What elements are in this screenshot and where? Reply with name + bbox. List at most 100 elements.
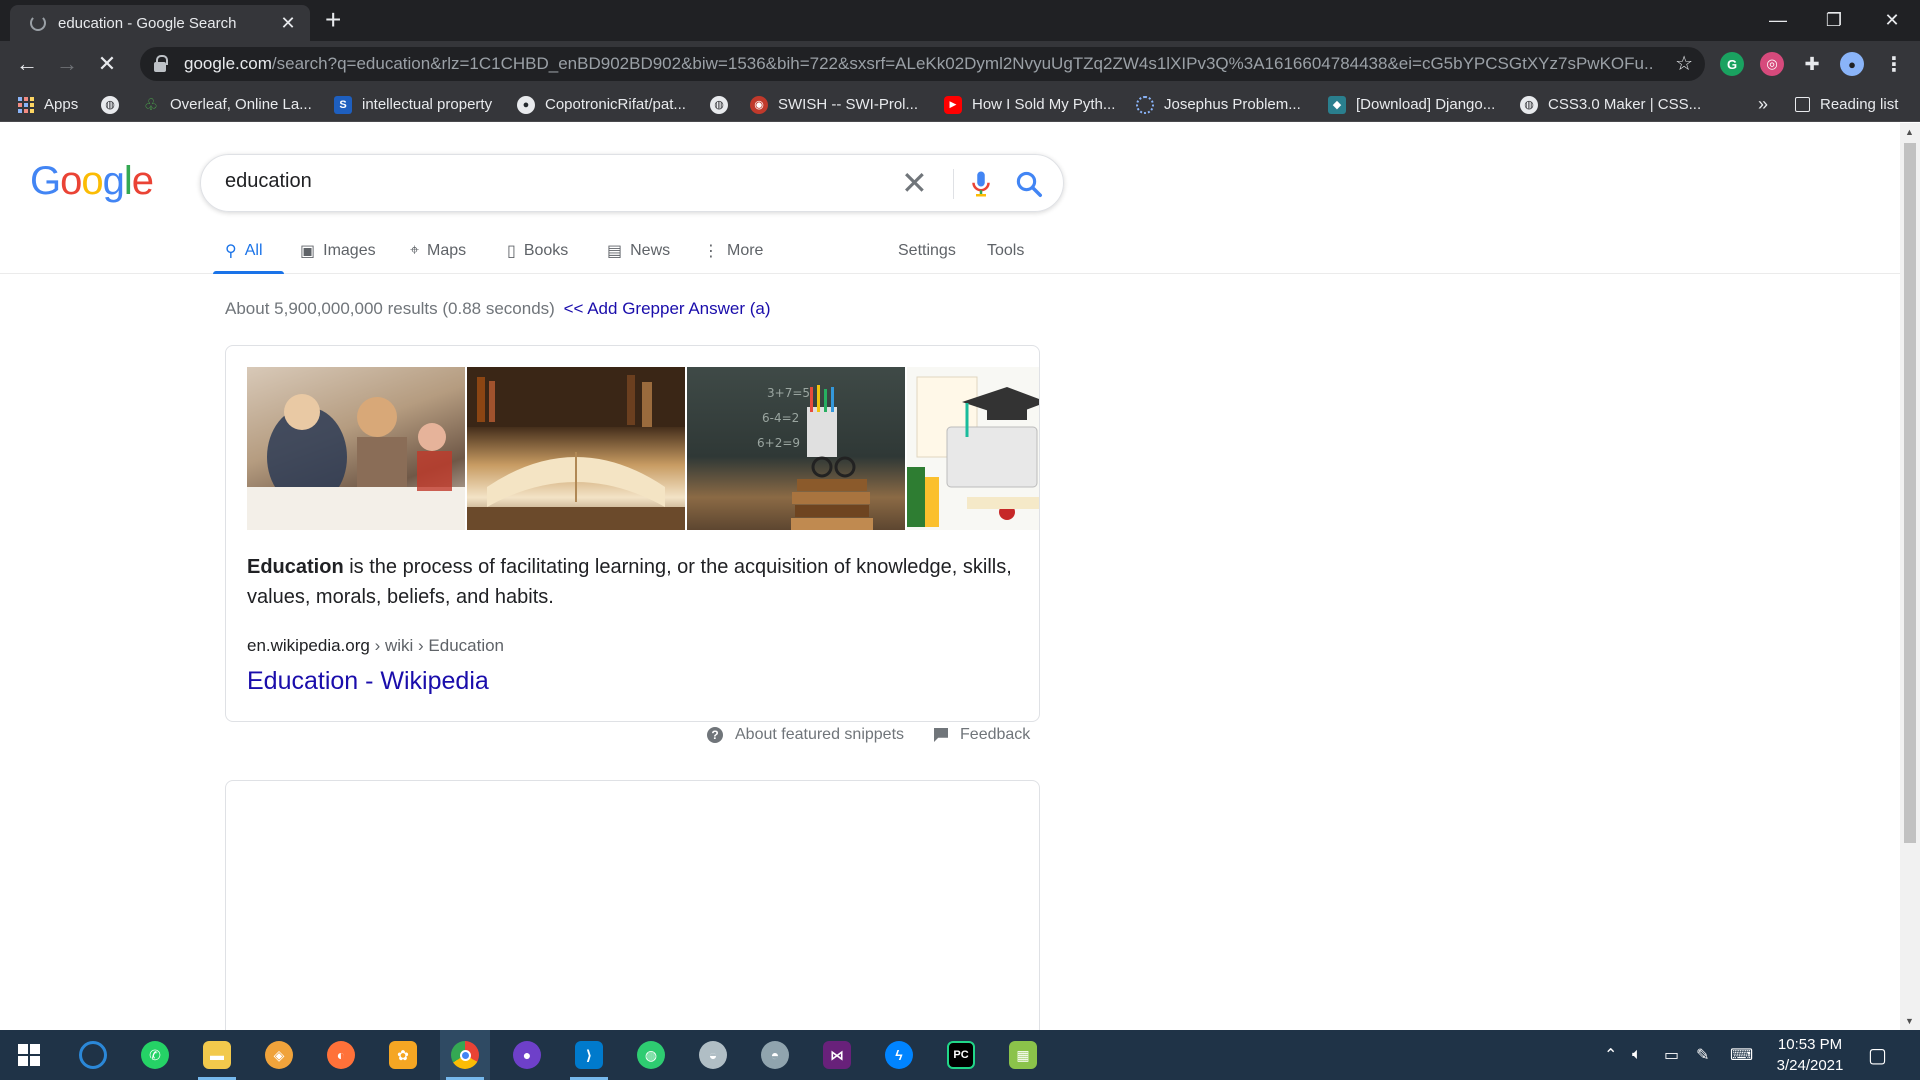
image-icon: ▣ (300, 243, 316, 260)
bookmark-css-maker[interactable]: ◍ CSS3.0 Maker | CSS... (1520, 87, 1701, 122)
close-tab-icon[interactable]: ✕ (278, 13, 298, 34)
scroll-down-arrow-icon[interactable]: ▼ (1905, 1016, 1914, 1026)
bookmark-swish[interactable]: ◉ SWISH -- SWI-Prol... (750, 87, 918, 122)
taskbar-firefox[interactable]: ◐ (316, 1030, 366, 1080)
browser-tab[interactable]: education - Google Search ✕ (10, 5, 310, 41)
forward-button[interactable]: → (52, 49, 82, 79)
tools-link[interactable]: Tools (987, 228, 1024, 274)
pycharm-icon: PC (947, 1041, 975, 1069)
taskbar-visual-studio[interactable]: ⋈ (812, 1030, 862, 1080)
s-icon: S (334, 95, 352, 114)
grepper-link[interactable]: << Add Grepper Answer (a) (564, 299, 771, 318)
bookmark-globe-2[interactable]: ◍ (710, 87, 738, 122)
search-icon[interactable] (1014, 169, 1044, 199)
taskbar-file-explorer[interactable]: ▬ (192, 1030, 242, 1080)
scrollbar-thumb[interactable] (1904, 143, 1916, 843)
microphone-icon[interactable] (966, 169, 996, 199)
settings-link[interactable]: Settings (898, 228, 956, 274)
taskbar-app-12[interactable]: ◓ (750, 1030, 800, 1080)
reading-list-button[interactable]: Reading list (1795, 87, 1898, 122)
reading-list-icon (1795, 97, 1810, 112)
bookmarks-overflow-button[interactable]: » (1758, 87, 1768, 122)
pen-icon[interactable]: ✎ (1696, 1030, 1709, 1080)
tab-all[interactable]: ⚲ All (225, 228, 263, 274)
tab-more[interactable]: ⋮ More (703, 228, 763, 274)
bookmark-django[interactable]: ◆ [Download] Django... (1328, 87, 1495, 122)
extension-icon[interactable]: ◎ (1760, 52, 1784, 76)
snippet-image-graduation[interactable] (907, 367, 1039, 530)
windows-logo-icon (18, 1044, 40, 1066)
close-window-button[interactable]: ✕ (1864, 0, 1920, 41)
taskbar-github-desktop[interactable]: ● (502, 1030, 552, 1080)
about-snippets-link[interactable]: About featured snippets (735, 726, 904, 744)
google-logo[interactable]: Google (30, 159, 154, 204)
bookmark-overleaf[interactable]: ♧ Overleaf, Online La... (142, 87, 312, 122)
search-icon: ⚲ (225, 243, 237, 260)
active-tab-indicator (213, 271, 284, 274)
puzzle-extensions-icon[interactable]: ✚ (1800, 52, 1824, 76)
tab-news[interactable]: ▤ News (607, 228, 670, 274)
minimize-button[interactable]: — (1750, 0, 1806, 41)
new-tab-button[interactable]: + (325, 6, 341, 34)
lock-icon[interactable] (154, 54, 168, 72)
eclipse-icon: ◓ (761, 1041, 789, 1069)
photo-app-icon: ✿ (389, 1041, 417, 1069)
result-title-link[interactable]: Education - Wikipedia (247, 667, 489, 696)
taskbar-app-11[interactable]: ◒ (688, 1030, 738, 1080)
taskbar-messenger[interactable]: ϟ (874, 1030, 924, 1080)
svg-text:6-4=2: 6-4=2 (762, 411, 799, 425)
bookmarks-bar: Apps ◍ ♧ Overleaf, Online La... S intell… (0, 87, 1920, 122)
snippet-image-books[interactable] (467, 367, 685, 530)
taskbar-pycharm[interactable]: PC (936, 1030, 986, 1080)
taskbar-app-16[interactable]: ▦ (998, 1030, 1048, 1080)
bookmark-intellectual-property[interactable]: S intellectual property (334, 87, 492, 122)
scroll-up-arrow-icon[interactable]: ▲ (1905, 127, 1914, 137)
bookmark-github[interactable]: ● CopotronicRifat/pat... (517, 87, 686, 122)
chrome-icon (451, 1041, 479, 1069)
back-button[interactable]: ← (12, 49, 42, 79)
feedback-link[interactable]: Feedback (960, 726, 1030, 744)
snippet-image-chalkboard[interactable]: 3+7=5 6-4=2 6+2=9 (687, 367, 905, 530)
bookmark-star-icon[interactable]: ☆ (1675, 51, 1693, 76)
grammarly-icon[interactable]: G (1720, 52, 1744, 76)
messenger-icon: ϟ (885, 1041, 913, 1069)
taskbar-app-10[interactable]: ◍ (626, 1030, 676, 1080)
url-host: google.com (184, 54, 272, 73)
taskbar-app-6[interactable]: ✿ (378, 1030, 428, 1080)
tab-maps[interactable]: ⌖ Maps (410, 228, 466, 274)
search-input[interactable] (225, 170, 865, 193)
more-vert-icon: ⋮ (703, 243, 719, 260)
bookmark-youtube[interactable]: ▶ How I Sold My Pyth... (944, 87, 1115, 122)
stop-loading-button[interactable]: ✕ (92, 49, 122, 79)
globe-icon: ◍ (101, 95, 119, 114)
taskbar-whatsapp[interactable]: ✆ (130, 1030, 180, 1080)
profile-avatar[interactable]: ● (1840, 52, 1864, 76)
chrome-menu-icon[interactable]: ⋮ (1882, 52, 1906, 76)
address-bar[interactable]: google.com /search?q=education&rlz=1C1CH… (140, 47, 1705, 81)
taskbar-vscode[interactable]: ⟩ (564, 1030, 614, 1080)
keyboard-icon[interactable]: ⌨ (1730, 1030, 1753, 1080)
taskbar-app-1[interactable] (68, 1030, 118, 1080)
clear-search-icon[interactable]: ✕ (901, 165, 928, 201)
image-strip: 3+7=5 6-4=2 6+2=9 (247, 367, 1039, 530)
tray-overflow-icon[interactable]: ⌃ (1604, 1030, 1617, 1080)
snippet-image-classroom[interactable] (247, 367, 465, 530)
taskbar-brave[interactable]: ◈ (254, 1030, 304, 1080)
browser-toolbar: ← → ✕ google.com /search?q=education&rlz… (0, 41, 1920, 87)
map-pin-icon: ⌖ (410, 242, 420, 259)
taskbar-clock[interactable]: 10:53 PM 3/24/2021 (1760, 1034, 1860, 1076)
notifications-icon[interactable]: ▢ (1868, 1030, 1887, 1080)
taskbar-chrome[interactable] (440, 1030, 490, 1080)
restore-button[interactable]: ❐ (1806, 0, 1862, 41)
tab-images[interactable]: ▣ Images (300, 228, 376, 274)
browser-shield-icon: ◈ (265, 1041, 293, 1069)
overleaf-icon: ♧ (143, 96, 159, 114)
page-scrollbar[interactable]: ▲ ▼ (1900, 123, 1920, 1030)
network-icon[interactable]: ▭ (1664, 1030, 1679, 1080)
start-button[interactable] (4, 1030, 54, 1080)
tab-books[interactable]: ▯ Books (507, 228, 568, 274)
bookmark-josephus[interactable]: Josephus Problem... (1136, 87, 1301, 122)
volume-icon[interactable]: 🔈︎ (1632, 1030, 1642, 1080)
bookmark-globe-1[interactable]: ◍ (101, 87, 129, 122)
bookmark-apps[interactable]: Apps (18, 87, 78, 122)
